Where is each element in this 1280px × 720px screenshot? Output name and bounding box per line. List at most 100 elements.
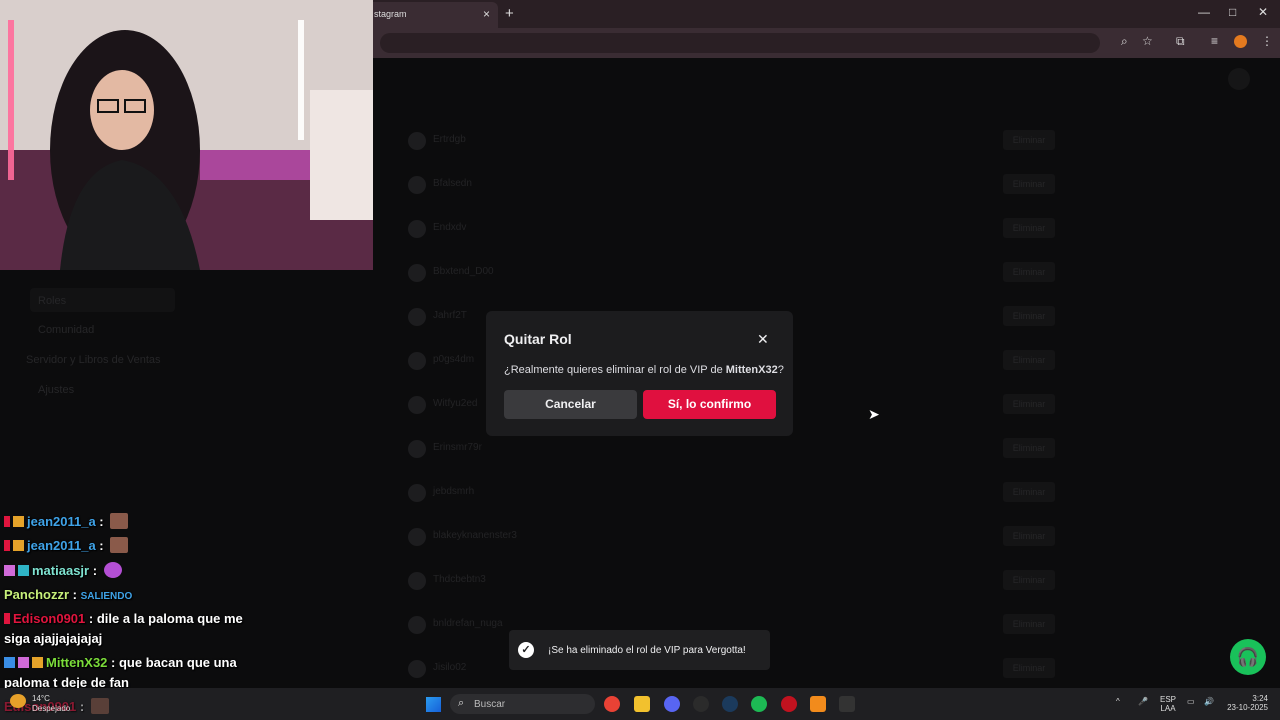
obs-icon[interactable] — [693, 696, 709, 712]
chat-message: matiaasjr : — [4, 561, 244, 581]
minimize-button[interactable]: — — [1198, 5, 1210, 19]
discord-icon[interactable] — [664, 696, 680, 712]
chat-message: jean2011_a : — [4, 536, 244, 556]
remove-button[interactable]: Eliminar — [1003, 174, 1055, 194]
remove-button[interactable]: Eliminar — [1003, 526, 1055, 546]
remove-button[interactable]: Eliminar — [1003, 130, 1055, 150]
chat-message: Panchozzr : SALIENDO — [4, 587, 133, 602]
remove-button[interactable]: Eliminar — [1003, 394, 1055, 414]
remove-button[interactable]: Eliminar — [1003, 350, 1055, 370]
taskbar-search-input[interactable] — [450, 694, 595, 714]
remove-button[interactable]: Eliminar — [1003, 614, 1055, 634]
sidebar-item-community[interactable]: Comunidad — [38, 324, 94, 336]
app-icon[interactable] — [781, 696, 797, 712]
row-username: Bfalsedn — [433, 178, 472, 189]
toast-message: ¡Se ha eliminado el rol de VIP para Verg… — [548, 645, 746, 656]
close-window-button[interactable]: ✕ — [1258, 5, 1268, 19]
chat-username: jean2011_a — [27, 514, 96, 529]
steam-icon[interactable] — [722, 696, 738, 712]
windows-start-icon[interactable] — [426, 697, 441, 712]
media-control-icon[interactable]: ≡ — [1211, 34, 1218, 48]
cancel-button[interactable]: Cancelar — [504, 390, 637, 419]
network-icon[interactable]: ▭ — [1187, 697, 1195, 706]
sidebar-item-roles[interactable]: Roles — [38, 295, 66, 307]
vip-row: Erinsmr79r Eliminar — [405, 434, 1055, 462]
remove-button[interactable]: Eliminar — [1003, 570, 1055, 590]
remove-button[interactable]: Eliminar — [1003, 262, 1055, 282]
remove-button[interactable]: Eliminar — [1003, 438, 1055, 458]
row-avatar — [408, 484, 426, 502]
microphone-icon[interactable]: 🎤 — [1138, 697, 1148, 706]
emote-icon — [103, 562, 122, 578]
row-username: Erinsmr79r — [433, 442, 482, 453]
confirm-button[interactable]: Sí, lo confirmo — [643, 390, 776, 419]
volume-icon[interactable]: 🔊 — [1204, 697, 1214, 706]
chat-username: jean2011_a — [27, 538, 96, 553]
row-username: jebdsmrh — [433, 486, 475, 497]
dialog-message: ¿Realmente quieres eliminar el rol de VI… — [504, 364, 784, 376]
webcam-scene — [0, 0, 373, 270]
clock-time: 3:24 — [1252, 694, 1268, 703]
tab-close-icon[interactable]: × — [483, 2, 490, 26]
chrome-app-icon[interactable] — [604, 696, 620, 712]
row-username: Bbxtend_D00 — [433, 266, 494, 277]
language-indicator[interactable]: ESP LAA — [1160, 695, 1176, 713]
url-input[interactable] — [380, 33, 1100, 53]
chat-username: Panchozzr — [4, 587, 70, 602]
sidebar-item-server[interactable]: Servidor y Libros de Ventas — [26, 354, 161, 366]
row-username: Jisilo02 — [433, 662, 467, 673]
extensions-icon[interactable]: ⧉ — [1176, 34, 1185, 49]
bookmark-star-icon[interactable]: ☆ — [1142, 34, 1153, 48]
remove-button[interactable]: Eliminar — [1003, 218, 1055, 238]
new-tab-button[interactable]: + — [505, 5, 514, 22]
badge-icon — [4, 657, 15, 668]
row-avatar — [408, 440, 426, 458]
search-icon: ⌕ — [458, 697, 465, 709]
badge-icon — [4, 565, 15, 576]
remove-button[interactable]: Eliminar — [1003, 658, 1055, 678]
clock-date: 23-10-2025 — [1227, 703, 1268, 712]
row-username: blakeyknanenster3 — [433, 530, 517, 541]
maximize-button[interactable]: □ — [1229, 5, 1236, 19]
menu-kebab-icon[interactable]: ⋮ — [1261, 34, 1273, 48]
app-icon[interactable] — [810, 696, 826, 712]
badge-icon — [4, 613, 10, 624]
row-avatar — [408, 308, 426, 326]
chat-message: jean2011_a : — [4, 512, 244, 532]
check-icon: ✓ — [518, 642, 534, 658]
weather-status: Despejado — [32, 704, 71, 713]
profile-avatar[interactable] — [1234, 35, 1247, 48]
remove-button[interactable]: Eliminar — [1003, 482, 1055, 502]
vip-row: jebdsmrh Eliminar — [405, 478, 1055, 506]
browser-tab[interactable]: stagram × — [366, 2, 498, 28]
zoom-icon[interactable]: ⌕ — [1121, 34, 1128, 49]
keyboard-layout: LAA — [1160, 704, 1176, 713]
emote-icon — [110, 537, 129, 553]
row-avatar — [408, 660, 426, 678]
row-avatar — [408, 352, 426, 370]
user-avatar[interactable] — [1228, 68, 1250, 90]
help-headset-button[interactable]: 🎧 — [1230, 639, 1266, 675]
close-icon[interactable]: ✕ — [757, 331, 769, 348]
row-username: p0gs4dm — [433, 354, 475, 365]
dialog-title: Quitar Rol — [504, 331, 572, 347]
badge-icon — [18, 657, 29, 668]
clock[interactable]: 3:24 23-10-2025 — [1224, 694, 1268, 712]
weather-icon[interactable] — [10, 694, 26, 708]
row-username: Witfyu2ed — [433, 398, 478, 409]
emote-icon — [110, 513, 129, 529]
dialog-message-prefix: ¿Realmente quieres eliminar el rol de VI… — [504, 364, 726, 376]
epic-games-icon[interactable] — [839, 696, 855, 712]
row-username: Thdcbebtn3 — [433, 574, 486, 585]
remove-button[interactable]: Eliminar — [1003, 306, 1055, 326]
emote-icon — [90, 698, 109, 714]
row-avatar — [408, 176, 426, 194]
mouse-cursor-icon: ➤ — [868, 406, 880, 422]
spotify-icon[interactable] — [751, 696, 767, 712]
crown-badge-icon — [13, 540, 24, 551]
file-explorer-icon[interactable] — [634, 696, 650, 712]
row-username: Endxdv — [433, 222, 467, 233]
tray-chevron-up-icon[interactable]: ^ — [1116, 697, 1120, 706]
chat-text: SALIENDO — [80, 591, 133, 602]
sidebar-item-settings[interactable]: Ajustes — [38, 384, 74, 396]
